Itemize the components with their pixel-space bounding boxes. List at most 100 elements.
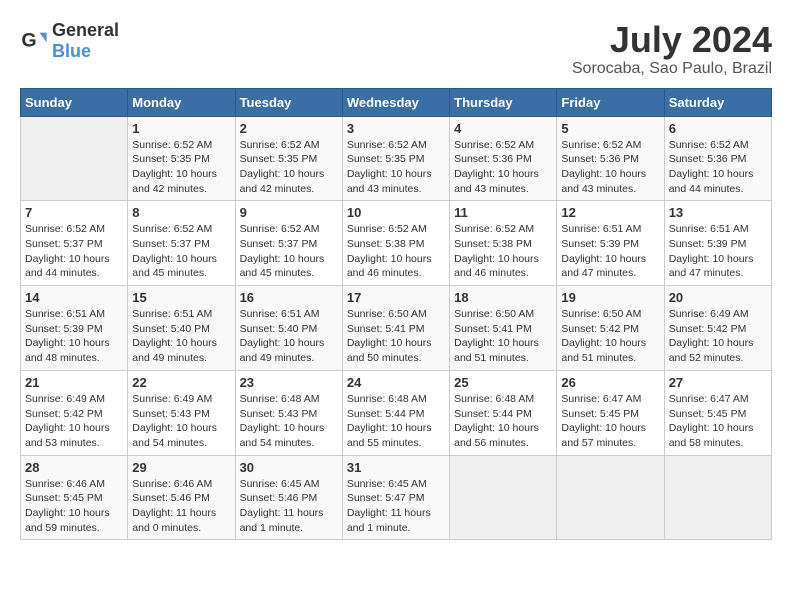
day-number: 17 (347, 290, 445, 305)
day-info: Sunrise: 6:52 AMSunset: 5:38 PMDaylight:… (347, 222, 445, 281)
day-info: Sunrise: 6:50 AMSunset: 5:41 PMDaylight:… (347, 307, 445, 366)
day-info: Sunrise: 6:46 AMSunset: 5:46 PMDaylight:… (132, 477, 230, 536)
calendar-cell: 30Sunrise: 6:45 AMSunset: 5:46 PMDayligh… (235, 455, 342, 540)
day-info: Sunrise: 6:51 AMSunset: 5:40 PMDaylight:… (240, 307, 338, 366)
week-row: 28Sunrise: 6:46 AMSunset: 5:45 PMDayligh… (21, 455, 772, 540)
day-number: 16 (240, 290, 338, 305)
day-number: 14 (25, 290, 123, 305)
week-row: 7 Sunrise: 6:52 AMSunset: 5:37 PMDaylight… (21, 201, 772, 286)
calendar-cell: 13 Sunrise: 6:51 AMSunset: 5:39 PMDayligh… (664, 201, 771, 286)
day-info: Sunrise: 6:52 AMSunset: 5:35 PMDaylight:… (132, 138, 230, 197)
day-info: Sunrise: 6:52 AMSunset: 5:37 PMDaylight:… (240, 222, 338, 281)
calendar-cell: 14 Sunrise: 6:51 AMSunset: 5:39 PMDayligh… (21, 286, 128, 371)
header-cell-monday: Monday (128, 88, 235, 116)
logo-blue: Blue (52, 41, 91, 61)
week-row: 1 Sunrise: 6:52 AMSunset: 5:35 PMDaylight… (21, 116, 772, 201)
day-number: 8 (132, 205, 230, 220)
calendar-body: 1 Sunrise: 6:52 AMSunset: 5:35 PMDaylight… (21, 116, 772, 540)
day-info: Sunrise: 6:48 AMSunset: 5:44 PMDaylight:… (454, 392, 552, 451)
day-info: Sunrise: 6:51 AMSunset: 5:40 PMDaylight:… (132, 307, 230, 366)
day-number: 19 (561, 290, 659, 305)
header-cell-thursday: Thursday (450, 88, 557, 116)
header-row: SundayMondayTuesdayWednesdayThursdayFrid… (21, 88, 772, 116)
day-info: Sunrise: 6:47 AMSunset: 5:45 PMDaylight:… (561, 392, 659, 451)
calendar-cell: 28Sunrise: 6:46 AMSunset: 5:45 PMDayligh… (21, 455, 128, 540)
day-number: 2 (240, 121, 338, 136)
header-cell-sunday: Sunday (21, 88, 128, 116)
day-info: Sunrise: 6:47 AMSunset: 5:45 PMDaylight:… (669, 392, 767, 451)
day-number: 9 (240, 205, 338, 220)
day-number: 23 (240, 375, 338, 390)
day-number: 29 (132, 460, 230, 475)
day-number: 1 (132, 121, 230, 136)
day-number: 12 (561, 205, 659, 220)
calendar-cell: 26Sunrise: 6:47 AMSunset: 5:45 PMDayligh… (557, 370, 664, 455)
calendar-cell: 17 Sunrise: 6:50 AMSunset: 5:41 PMDayligh… (342, 286, 449, 371)
day-info: Sunrise: 6:50 AMSunset: 5:42 PMDaylight:… (561, 307, 659, 366)
title-area: July 2024 Sorocaba, Sao Paulo, Brazil (572, 20, 772, 78)
day-number: 20 (669, 290, 767, 305)
calendar-cell: 19 Sunrise: 6:50 AMSunset: 5:42 PMDayligh… (557, 286, 664, 371)
calendar-cell: 23 Sunrise: 6:48 AMSunset: 5:43 PMDayligh… (235, 370, 342, 455)
day-info: Sunrise: 6:49 AMSunset: 5:42 PMDaylight:… (669, 307, 767, 366)
week-row: 21 Sunrise: 6:49 AMSunset: 5:42 PMDayligh… (21, 370, 772, 455)
calendar-cell: 29 Sunrise: 6:46 AMSunset: 5:46 PMDayligh… (128, 455, 235, 540)
day-info: Sunrise: 6:51 AMSunset: 5:39 PMDaylight:… (561, 222, 659, 281)
day-info: Sunrise: 6:45 AMSunset: 5:47 PMDaylight:… (347, 477, 445, 536)
logo-general: General (52, 20, 119, 40)
calendar-cell: 8 Sunrise: 6:52 AMSunset: 5:37 PMDaylight… (128, 201, 235, 286)
day-number: 25 (454, 375, 552, 390)
calendar-cell: 5Sunrise: 6:52 AMSunset: 5:36 PMDaylight… (557, 116, 664, 201)
week-row: 14 Sunrise: 6:51 AMSunset: 5:39 PMDayligh… (21, 286, 772, 371)
header-cell-wednesday: Wednesday (342, 88, 449, 116)
day-number: 22 (132, 375, 230, 390)
day-info: Sunrise: 6:52 AMSunset: 5:38 PMDaylight:… (454, 222, 552, 281)
logo-text: General Blue (52, 20, 119, 62)
day-info: Sunrise: 6:51 AMSunset: 5:39 PMDaylight:… (25, 307, 123, 366)
calendar-cell: 18Sunrise: 6:50 AMSunset: 5:41 PMDayligh… (450, 286, 557, 371)
day-number: 4 (454, 121, 552, 136)
calendar-header: SundayMondayTuesdayWednesdayThursdayFrid… (21, 88, 772, 116)
calendar-cell: 24Sunrise: 6:48 AMSunset: 5:44 PMDayligh… (342, 370, 449, 455)
day-number: 15 (132, 290, 230, 305)
header-cell-friday: Friday (557, 88, 664, 116)
day-info: Sunrise: 6:45 AMSunset: 5:46 PMDaylight:… (240, 477, 338, 536)
calendar-cell: 22 Sunrise: 6:49 AMSunset: 5:43 PMDayligh… (128, 370, 235, 455)
svg-text:G: G (21, 30, 36, 52)
day-info: Sunrise: 6:52 AMSunset: 5:36 PMDaylight:… (669, 138, 767, 197)
day-info: Sunrise: 6:52 AMSunset: 5:36 PMDaylight:… (561, 138, 659, 197)
day-info: Sunrise: 6:52 AMSunset: 5:37 PMDaylight:… (25, 222, 123, 281)
calendar-cell: 15 Sunrise: 6:51 AMSunset: 5:40 PMDayligh… (128, 286, 235, 371)
day-info: Sunrise: 6:51 AMSunset: 5:39 PMDaylight:… (669, 222, 767, 281)
calendar-cell: 1 Sunrise: 6:52 AMSunset: 5:35 PMDaylight… (128, 116, 235, 201)
day-info: Sunrise: 6:50 AMSunset: 5:41 PMDaylight:… (454, 307, 552, 366)
day-number: 11 (454, 205, 552, 220)
day-number: 13 (669, 205, 767, 220)
calendar-cell: 2Sunrise: 6:52 AMSunset: 5:35 PMDaylight… (235, 116, 342, 201)
header-cell-saturday: Saturday (664, 88, 771, 116)
logo-icon: G (20, 27, 48, 55)
calendar-cell (450, 455, 557, 540)
main-title: July 2024 (572, 20, 772, 60)
day-info: Sunrise: 6:49 AMSunset: 5:42 PMDaylight:… (25, 392, 123, 451)
day-number: 7 (25, 205, 123, 220)
calendar-cell: 21 Sunrise: 6:49 AMSunset: 5:42 PMDayligh… (21, 370, 128, 455)
calendar-table: SundayMondayTuesdayWednesdayThursdayFrid… (20, 88, 772, 541)
day-info: Sunrise: 6:48 AMSunset: 5:43 PMDaylight:… (240, 392, 338, 451)
day-info: Sunrise: 6:52 AMSunset: 5:37 PMDaylight:… (132, 222, 230, 281)
day-info: Sunrise: 6:46 AMSunset: 5:45 PMDaylight:… (25, 477, 123, 536)
day-info: Sunrise: 6:52 AMSunset: 5:35 PMDaylight:… (347, 138, 445, 197)
day-number: 10 (347, 205, 445, 220)
calendar-cell: 11 Sunrise: 6:52 AMSunset: 5:38 PMDayligh… (450, 201, 557, 286)
day-number: 27 (669, 375, 767, 390)
day-number: 21 (25, 375, 123, 390)
calendar-cell: 12 Sunrise: 6:51 AMSunset: 5:39 PMDayligh… (557, 201, 664, 286)
calendar-cell: 25 Sunrise: 6:48 AMSunset: 5:44 PMDayligh… (450, 370, 557, 455)
day-number: 31 (347, 460, 445, 475)
calendar-cell (21, 116, 128, 201)
calendar-cell: 9 Sunrise: 6:52 AMSunset: 5:37 PMDaylight… (235, 201, 342, 286)
calendar-cell: 16 Sunrise: 6:51 AMSunset: 5:40 PMDayligh… (235, 286, 342, 371)
header-cell-tuesday: Tuesday (235, 88, 342, 116)
header: G General Blue July 2024 Sorocaba, Sao P… (20, 20, 772, 78)
day-info: Sunrise: 6:49 AMSunset: 5:43 PMDaylight:… (132, 392, 230, 451)
